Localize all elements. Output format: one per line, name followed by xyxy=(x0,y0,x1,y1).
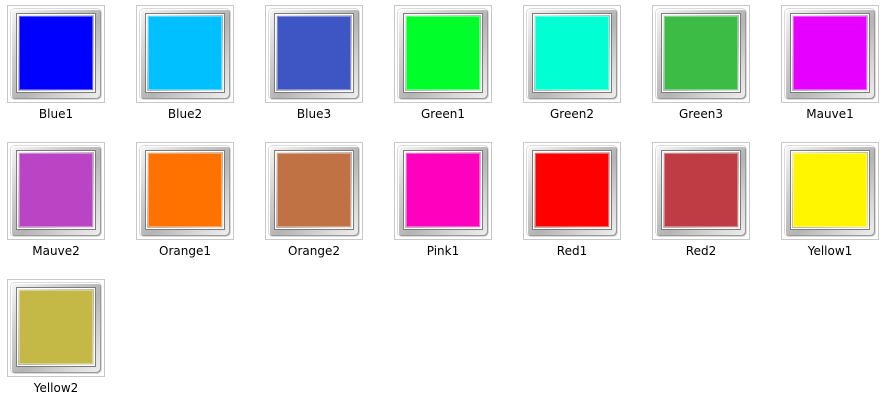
thumbnail-bevel xyxy=(11,9,101,99)
swatch-label: Orange2 xyxy=(288,244,340,258)
swatch-tile-green2[interactable]: Green2 xyxy=(516,0,645,136)
thumbnail-frame xyxy=(7,142,105,240)
thumbnail-frame xyxy=(265,5,363,103)
color-swatch xyxy=(19,290,93,364)
color-swatch xyxy=(277,16,351,90)
swatch-tile-red2[interactable]: Red2 xyxy=(645,137,774,273)
thumbnail-bevel xyxy=(785,9,875,99)
color-swatch xyxy=(148,153,222,227)
thumbnail-bevel xyxy=(527,146,617,236)
color-swatch xyxy=(793,153,867,227)
thumbnail-frame xyxy=(136,142,234,240)
thumbnail-frame xyxy=(394,142,492,240)
thumbnail-bevel xyxy=(656,146,746,236)
swatch-tile-green3[interactable]: Green3 xyxy=(645,0,774,136)
swatch-tile-orange1[interactable]: Orange1 xyxy=(129,137,258,273)
swatch-outline xyxy=(17,14,95,92)
thumbnail-bevel xyxy=(398,9,488,99)
thumbnail-bevel xyxy=(527,9,617,99)
swatch-label: Yellow2 xyxy=(33,381,79,395)
swatch-tile-red1[interactable]: Red1 xyxy=(516,137,645,273)
swatch-outline xyxy=(791,14,869,92)
thumbnail-bevel xyxy=(140,146,230,236)
thumbnail-frame xyxy=(652,5,750,103)
swatch-tile-blue1[interactable]: Blue1 xyxy=(0,0,129,136)
swatch-label: Red1 xyxy=(556,244,588,258)
thumbnail-frame xyxy=(394,5,492,103)
swatch-outline xyxy=(533,14,611,92)
color-swatch xyxy=(19,16,93,90)
thumbnail-bevel xyxy=(785,146,875,236)
swatch-outline xyxy=(275,151,353,229)
swatch-label: Red2 xyxy=(685,244,717,258)
swatch-label: Blue3 xyxy=(296,107,332,121)
swatch-tile-blue3[interactable]: Blue3 xyxy=(258,0,387,136)
color-swatch xyxy=(793,16,867,90)
color-swatch xyxy=(148,16,222,90)
swatch-outline xyxy=(404,151,482,229)
swatch-label: Yellow1 xyxy=(807,244,853,258)
thumbnail-bevel xyxy=(269,146,359,236)
thumbnail-bevel xyxy=(11,283,101,373)
thumbnail-frame xyxy=(781,142,879,240)
swatch-outline xyxy=(275,14,353,92)
color-swatch xyxy=(406,153,480,227)
swatch-tile-green1[interactable]: Green1 xyxy=(387,0,516,136)
swatch-label: Blue2 xyxy=(167,107,203,121)
thumbnail-frame xyxy=(7,5,105,103)
thumbnail-bevel xyxy=(11,146,101,236)
color-swatch xyxy=(664,16,738,90)
swatch-outline xyxy=(146,151,224,229)
thumbnail-frame xyxy=(652,142,750,240)
color-swatch xyxy=(406,16,480,90)
swatch-label: Orange1 xyxy=(159,244,211,258)
thumbnail-bevel xyxy=(140,9,230,99)
swatch-label: Green2 xyxy=(550,107,594,121)
swatch-tile-pink1[interactable]: Pink1 xyxy=(387,137,516,273)
thumbnail-frame xyxy=(7,279,105,377)
thumbnail-frame xyxy=(265,142,363,240)
swatch-label: Green3 xyxy=(679,107,723,121)
swatch-outline xyxy=(662,151,740,229)
swatch-label: Green1 xyxy=(421,107,465,121)
color-swatch xyxy=(535,16,609,90)
swatch-outline xyxy=(17,288,95,366)
thumbnail-bevel xyxy=(269,9,359,99)
color-swatch xyxy=(664,153,738,227)
swatch-label: Blue1 xyxy=(38,107,74,121)
thumbnail-frame xyxy=(136,5,234,103)
swatch-outline xyxy=(146,14,224,92)
thumbnail-bevel xyxy=(398,146,488,236)
swatch-outline xyxy=(404,14,482,92)
swatch-outline xyxy=(662,14,740,92)
swatch-tile-yellow2[interactable]: Yellow2 xyxy=(0,274,129,410)
swatch-label: Mauve2 xyxy=(32,244,80,258)
thumbnail-frame xyxy=(523,5,621,103)
thumbnail-bevel xyxy=(656,9,746,99)
thumbnail-frame xyxy=(523,142,621,240)
swatch-tile-mauve2[interactable]: Mauve2 xyxy=(0,137,129,273)
swatch-outline xyxy=(791,151,869,229)
swatch-label: Mauve1 xyxy=(806,107,854,121)
color-swatch xyxy=(535,153,609,227)
swatch-label: Pink1 xyxy=(426,244,460,258)
swatch-tile-mauve1[interactable]: Mauve1 xyxy=(774,0,889,136)
color-swatch xyxy=(277,153,351,227)
thumbnail-frame xyxy=(781,5,879,103)
swatch-outline xyxy=(533,151,611,229)
swatch-tile-orange2[interactable]: Orange2 xyxy=(258,137,387,273)
swatch-outline xyxy=(17,151,95,229)
color-swatch xyxy=(19,153,93,227)
swatch-tile-blue2[interactable]: Blue2 xyxy=(129,0,258,136)
swatch-tile-yellow1[interactable]: Yellow1 xyxy=(774,137,889,273)
